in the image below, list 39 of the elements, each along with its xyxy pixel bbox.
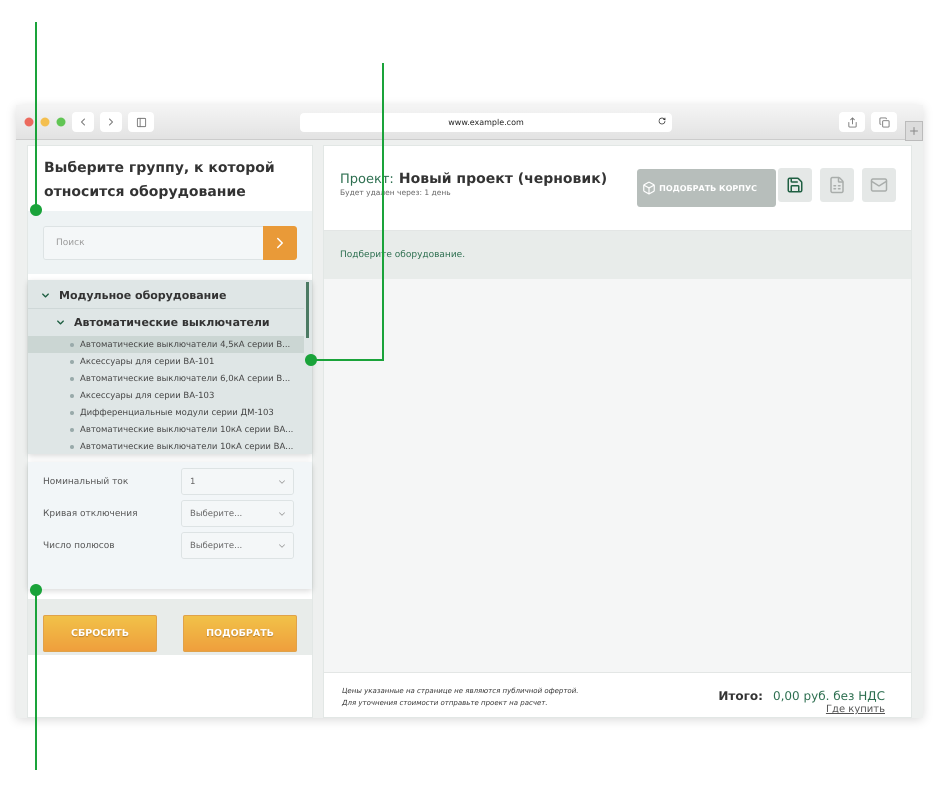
tabs-icon — [878, 116, 890, 128]
tree-item[interactable]: Аксессуары для серии ВА-103 — [28, 387, 304, 404]
where-to-buy-link[interactable]: Где купить — [826, 704, 885, 715]
tree-subgroup[interactable]: Автоматические выключатели — [28, 309, 304, 336]
plus-icon — [908, 125, 920, 137]
sidebar-button[interactable] — [128, 112, 154, 132]
reload-icon[interactable] — [658, 116, 666, 124]
filter-label: Число полюсов — [43, 540, 115, 550]
tree-item[interactable]: Аксессуары для серии ВА-101 — [28, 353, 304, 370]
tree-item[interactable]: Автоматические выключатели 6,0кА серии В... — [28, 370, 304, 387]
back-button[interactable] — [72, 112, 94, 132]
total-value: 0,00 руб. без НДС — [772, 689, 885, 703]
sidebar-icon — [136, 116, 146, 128]
save-button[interactable] — [778, 168, 812, 202]
share-button[interactable] — [839, 112, 865, 132]
select-field[interactable]: Выберите... — [181, 500, 294, 527]
window-buttons-icon[interactable] — [24, 117, 66, 127]
share-icon — [846, 116, 858, 128]
select-field[interactable]: 1 — [181, 468, 294, 495]
forward-button[interactable] — [100, 112, 122, 132]
select-field[interactable]: Выберите... — [181, 532, 294, 559]
spreadsheet-icon — [828, 176, 846, 194]
mail-icon — [870, 176, 888, 194]
tree-item[interactable]: Автоматические выключатели 4,5кА серии В... — [28, 336, 304, 353]
filter-label: Номинальный ток — [43, 476, 128, 486]
panel-title: Выберите группу, к которой относится оборудование — [43, 159, 276, 202]
box-icon — [642, 181, 656, 195]
filter-label: Кривая отключения — [43, 508, 138, 518]
scrollbar[interactable] — [306, 282, 309, 338]
tree-group[interactable]: Модульное оборудование — [28, 282, 304, 309]
address-bar[interactable]: www.example.com — [300, 112, 672, 132]
search-button[interactable] — [263, 226, 297, 260]
tree-item[interactable]: Автоматические выключатели 10кА серии ВА... — [28, 438, 304, 455]
search-field[interactable]: Поиск — [43, 226, 263, 260]
new-tab-button[interactable] — [905, 121, 923, 141]
tree-item[interactable]: Дифференциальные модули серии ДМ-103 — [28, 404, 304, 421]
tabs-button[interactable] — [871, 112, 897, 132]
total-label: Итого: — [718, 689, 763, 703]
tree-item[interactable]: Автоматические выключатели 10кА серии ВА... — [28, 421, 304, 438]
